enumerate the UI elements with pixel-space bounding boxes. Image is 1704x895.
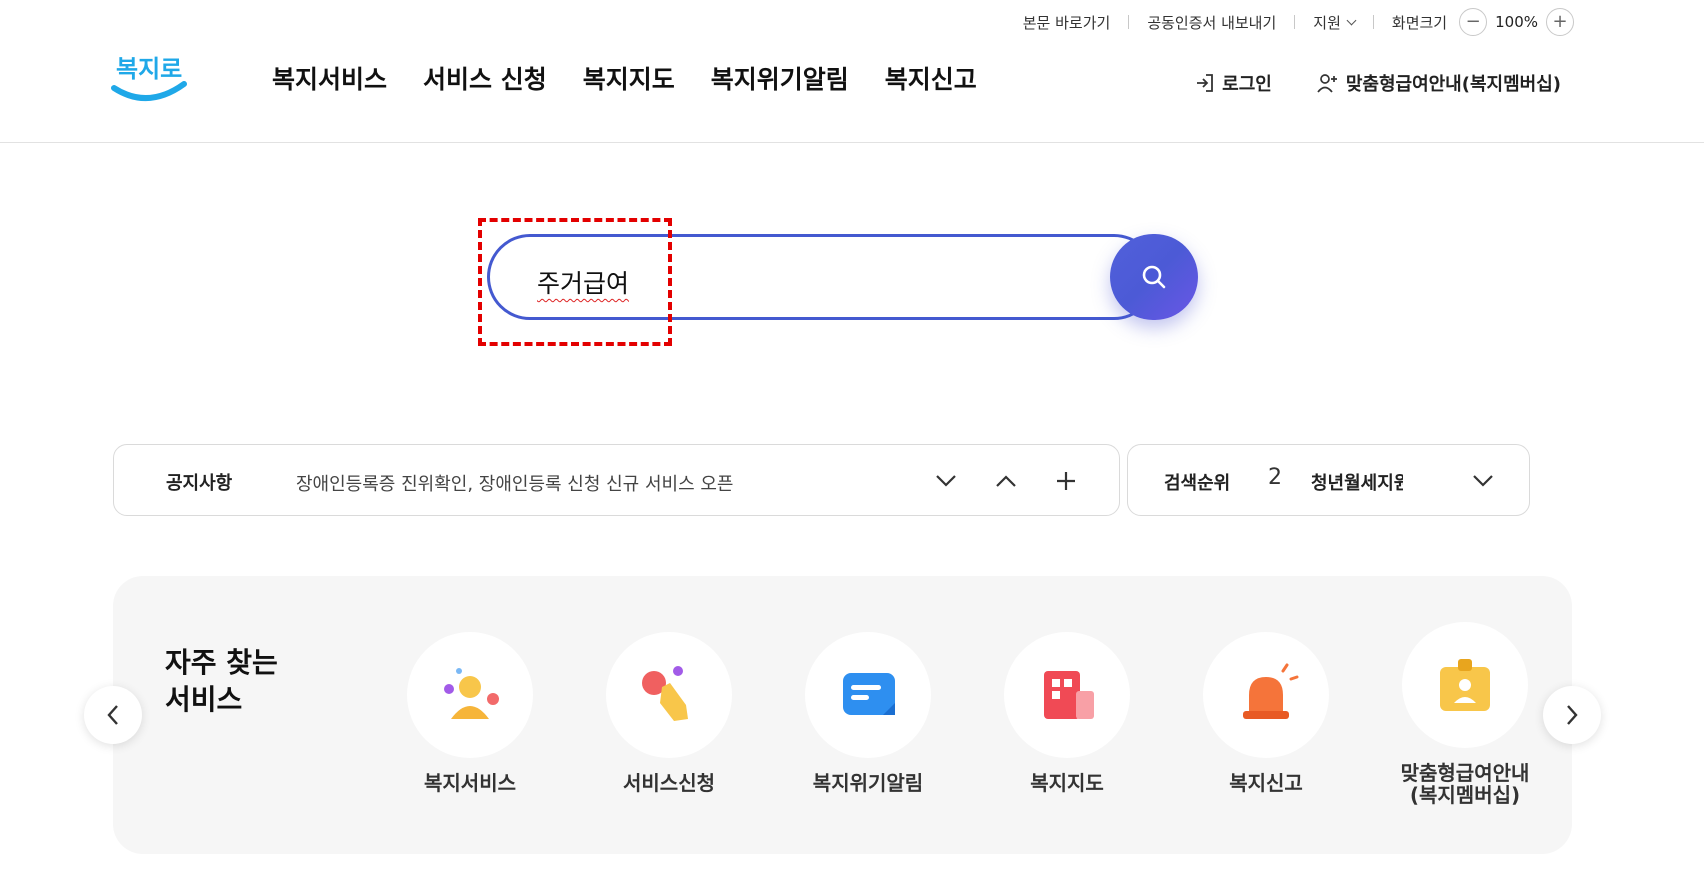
service-label: 복지신고 — [1229, 771, 1303, 795]
zoom-level: 100% — [1495, 13, 1538, 31]
service-label: 맞춤형급여안내 (복지멤버십) — [1400, 761, 1530, 807]
user-add-icon — [1317, 74, 1337, 93]
chevron-down-icon — [1473, 475, 1493, 487]
service-item-report[interactable]: 복지신고 — [1181, 632, 1351, 794]
service-item-apply[interactable]: 서비스신청 — [584, 632, 754, 794]
service-item-welfare[interactable]: 복지서비스 — [385, 632, 555, 794]
crisis-alert-icon — [843, 673, 895, 715]
service-apply-icon — [642, 666, 688, 721]
notice-prev-button[interactable] — [988, 463, 1024, 499]
frequent-services-title: 자주 찾는 서비스 — [165, 646, 278, 716]
utility-bar: 본문 바로가기 공동인증서 내보내기 지원 화면크기 − 100% + — [1023, 8, 1574, 36]
membership-label: 맞춤형급여안내(복지멤버십) — [1345, 74, 1561, 95]
notice-more-button[interactable] — [1048, 463, 1084, 499]
service-item-membership[interactable]: 맞춤형급여안내 (복지멤버십) — [1380, 622, 1550, 806]
highlight-annotation — [478, 218, 672, 346]
header-actions: 로그인 맞춤형급여안내(복지멤버십) — [1194, 70, 1561, 96]
service-label: 복지지도 — [1030, 771, 1104, 795]
membership-link[interactable]: 맞춤형급여안내(복지멤버십) — [1316, 70, 1561, 96]
service-icon-circle — [606, 632, 732, 758]
logo[interactable]: 복지로 — [108, 44, 188, 110]
main-navigation: 복지서비스 서비스 신청 복지지도 복지위기알림 복지신고 — [272, 60, 977, 96]
divider — [1128, 15, 1130, 29]
service-label: 복지위기알림 — [812, 771, 924, 795]
welfare-service-icon — [444, 668, 499, 719]
notice-label: 공지사항 — [166, 473, 233, 494]
support-dropdown[interactable]: 지원 — [1313, 12, 1357, 33]
service-icon-circle — [1402, 622, 1528, 748]
service-label: 서비스신청 — [623, 771, 715, 795]
login-icon — [1197, 74, 1214, 92]
service-item-crisis-alert[interactable]: 복지위기알림 — [783, 632, 953, 794]
ranking-number: 2 — [1268, 465, 1282, 490]
nav-welfare-report[interactable]: 복지신고 — [885, 60, 977, 96]
nav-crisis-alert[interactable]: 복지위기알림 — [711, 60, 849, 96]
notice-bar: 공지사항 장애인등록증 진위확인, 장애인등록 신청 신규 서비스 오픈 — [113, 444, 1120, 516]
divider — [1294, 15, 1296, 29]
nav-welfare-service[interactable]: 복지서비스 — [272, 60, 387, 96]
search-button[interactable] — [1110, 234, 1198, 320]
certificate-export-link[interactable]: 공동인증서 내보내기 — [1147, 12, 1276, 33]
notice-next-button[interactable] — [928, 463, 964, 499]
zoom-out-button[interactable]: − — [1459, 8, 1488, 36]
carousel-prev-button[interactable] — [84, 686, 142, 744]
login-link[interactable]: 로그인 — [1194, 70, 1272, 96]
plus-icon — [1057, 472, 1075, 490]
bokjiro-logo-icon: 복지로 — [111, 55, 187, 102]
chevron-down-icon — [936, 475, 956, 487]
service-icon-circle — [1203, 632, 1329, 758]
screen-size-label: 화면크기 — [1391, 13, 1448, 32]
frequent-services-panel: 자주 찾는 서비스 복지서비스 서비스신청 복지위기알림 복지지도 복지신고 맞… — [113, 576, 1572, 854]
header-divider — [0, 142, 1704, 143]
membership-badge-icon — [1440, 659, 1490, 711]
ranking-label: 검색순위 — [1164, 473, 1231, 494]
search-icon — [1142, 265, 1166, 289]
search-ranking-bar: 검색순위 2 청년월세지원 — [1127, 444, 1530, 516]
chevron-down-icon — [1346, 15, 1357, 25]
ranking-expand-button[interactable] — [1465, 463, 1501, 499]
welfare-map-icon — [1044, 671, 1094, 719]
service-item-welfare-map[interactable]: 복지지도 — [982, 632, 1152, 794]
siren-icon — [1243, 663, 1299, 719]
chevron-left-icon — [107, 705, 118, 725]
chevron-right-icon — [1567, 705, 1578, 725]
service-icon-circle — [805, 632, 931, 758]
nav-welfare-map[interactable]: 복지지도 — [583, 60, 675, 96]
plus-icon: + — [1552, 11, 1568, 32]
logo-text: 복지로 — [116, 55, 182, 83]
skip-to-content-link[interactable]: 본문 바로가기 — [1023, 12, 1111, 33]
notice-text[interactable]: 장애인등록증 진위확인, 장애인등록 신청 신규 서비스 오픈 — [296, 470, 734, 496]
carousel-next-button[interactable] — [1543, 686, 1601, 744]
ranking-term[interactable]: 청년월세지원 — [1311, 469, 1403, 495]
login-label: 로그인 — [1222, 74, 1272, 95]
service-icon-circle — [1004, 632, 1130, 758]
divider — [1372, 15, 1374, 29]
service-label: 복지서비스 — [424, 771, 516, 795]
chevron-up-icon — [996, 475, 1016, 487]
support-label: 지원 — [1313, 13, 1341, 32]
minus-icon: − — [1465, 11, 1481, 32]
zoom-in-button[interactable]: + — [1546, 8, 1574, 36]
service-icon-circle — [407, 632, 533, 758]
nav-service-apply[interactable]: 서비스 신청 — [423, 60, 547, 96]
